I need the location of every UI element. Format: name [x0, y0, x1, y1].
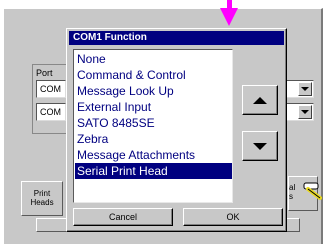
tab-print-heads[interactable]: Print Heads — [21, 181, 63, 216]
list-item-zebra[interactable]: Zebra — [75, 131, 232, 147]
list-item-message-look-up[interactable]: Message Look Up — [75, 83, 232, 99]
list-item-message-attachments[interactable]: Message Attachments — [75, 147, 232, 163]
pointer-arrow-icon — [220, 8, 238, 26]
serial-cable-icon — [302, 181, 324, 201]
dialog-title: COM1 Function — [69, 31, 284, 45]
cancel-button[interactable]: Cancel — [73, 208, 173, 226]
list-item-command-control[interactable]: Command & Control — [75, 67, 232, 83]
function-list[interactable]: None Command & Control Message Look Up E… — [73, 49, 233, 203]
com1-function-dialog: COM1 Function None Command & Control Mes… — [66, 28, 287, 232]
triangle-down-icon — [253, 142, 267, 150]
port-row-2[interactable]: COM — [36, 103, 66, 121]
list-item-serial-print-head[interactable]: Serial Print Head — [75, 163, 232, 179]
triangle-up-icon — [253, 96, 267, 104]
list-item-external-input[interactable]: External Input — [75, 99, 232, 115]
scroll-up-button[interactable] — [242, 85, 278, 115]
port-row-1[interactable]: COM — [36, 80, 66, 98]
ok-button[interactable]: OK — [183, 208, 283, 226]
port-label: Port — [36, 68, 53, 78]
list-item-none[interactable]: None — [75, 51, 232, 67]
chevron-down-icon[interactable] — [298, 105, 312, 119]
scroll-down-button[interactable] — [242, 131, 278, 161]
list-item-sato[interactable]: SATO 8485SE — [75, 115, 232, 131]
chevron-down-icon[interactable] — [298, 82, 312, 96]
